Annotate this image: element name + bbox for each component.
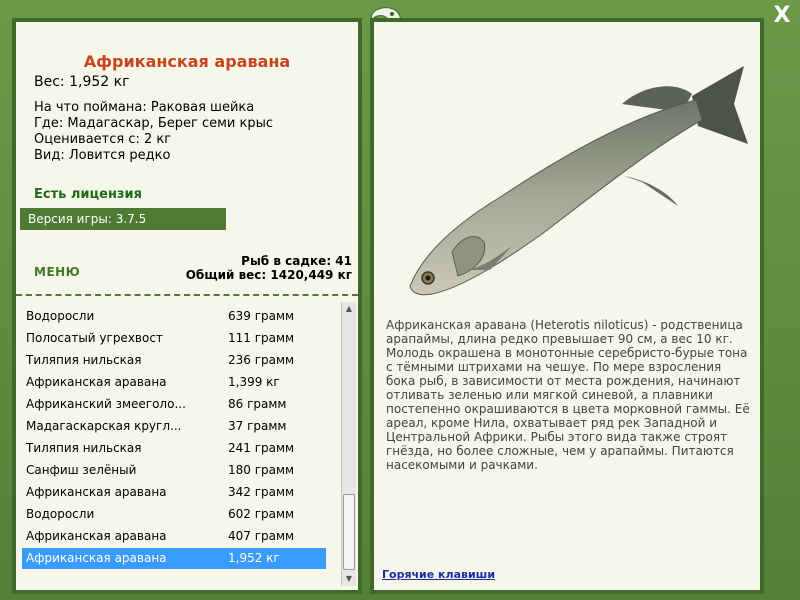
- keepnet-stats: Рыб в садке: 41 Общий вес: 1420,449 кг: [186, 254, 352, 282]
- fish-title: Африканская аравана: [83, 52, 291, 71]
- catch-list-item[interactable]: Африканская аравана 407 грамм: [22, 526, 326, 547]
- catch-item-name: Водоросли: [26, 507, 95, 521]
- catch-item-name: Санфиш зелёный: [26, 463, 137, 477]
- fish-kind: Вид: Ловится редко: [34, 148, 171, 163]
- catch-list-item[interactable]: Африканская аравана 1,952 кг: [22, 548, 326, 569]
- fish-weight: Вес: 1,952 кг: [34, 74, 130, 90]
- catch-list-item[interactable]: Санфиш зелёный 180 грамм: [22, 460, 326, 481]
- catch-item-name: Африканская аравана: [26, 485, 167, 499]
- version-bar: Версия игры: 3.7.5: [20, 208, 226, 230]
- app-window: X Африканская аравана Вес: 1,952 кг На ч…: [0, 0, 800, 600]
- close-button[interactable]: X: [770, 4, 794, 28]
- catch-list-item[interactable]: Мадагаскарская кругл... 37 грамм: [22, 416, 326, 437]
- catch-list-item[interactable]: Африканский змееголо... 86 грамм: [22, 394, 326, 415]
- catch-item-weight: 602 грамм: [228, 507, 295, 521]
- catch-item-name: Полосатый угрехвост: [26, 331, 163, 345]
- fish-info-panel: Африканская аравана Вес: 1,952 кг На что…: [12, 18, 362, 594]
- catch-item-weight: 37 грамм: [228, 419, 287, 433]
- catch-item-name: Тиляпия нильская: [26, 353, 142, 367]
- catch-list-item[interactable]: Африканская аравана 1,399 кг: [22, 372, 326, 393]
- fish-description: Африканская аравана (Heterotis niloticus…: [386, 318, 750, 472]
- catch-item-weight: 241 грамм: [228, 441, 295, 455]
- catch-item-weight: 1,399 кг: [228, 375, 280, 389]
- catch-item-weight: 86 грамм: [228, 397, 287, 411]
- fish-image: [409, 66, 748, 296]
- menu-button[interactable]: МЕНЮ: [34, 265, 80, 279]
- list-scrollbar[interactable]: ▲ ▼: [341, 302, 356, 586]
- fish-valued: Оценивается с: 2 кг: [34, 132, 172, 147]
- catch-item-name: Африканский змееголо...: [26, 397, 186, 411]
- total-weight: Общий вес: 1420,449 кг: [185, 268, 352, 282]
- catch-list-item[interactable]: Водоросли 602 грамм: [22, 504, 326, 525]
- catch-list-item[interactable]: Тиляпия нильская 241 грамм: [22, 438, 326, 459]
- fish-bait: На что поймана: Раковая шейка: [34, 100, 255, 115]
- catch-item-weight: 407 грамм: [228, 529, 295, 543]
- catch-item-weight: 236 грамм: [228, 353, 295, 367]
- dashed-divider: [16, 294, 358, 296]
- catch-item-name: Африканская аравана: [26, 551, 167, 565]
- hotkeys-link[interactable]: Горячие клавиши: [382, 568, 495, 581]
- license-status: Есть лицензия: [34, 187, 142, 202]
- scroll-thumb[interactable]: [343, 494, 355, 570]
- catch-list: Водоросли 639 грамм Полосатый угрехвост 111…: [20, 302, 336, 588]
- catch-list-item[interactable]: Полосатый угрехвост 111 грамм: [22, 328, 326, 349]
- catch-item-weight: 342 грамм: [228, 485, 295, 499]
- catch-list-item[interactable]: Африканская аравана 342 грамм: [22, 482, 326, 503]
- fish-details: На что поймана: Раковая шейка Где: Мадаг…: [34, 100, 273, 164]
- fish-count: Рыб в садке: 41: [241, 254, 352, 268]
- catch-item-weight: 111 грамм: [228, 331, 295, 345]
- catch-list-item[interactable]: Тиляпия нильская 236 грамм: [22, 350, 326, 371]
- fish-place: Где: Мадагаскар, Берег семи крыс: [34, 116, 274, 131]
- catch-item-name: Мадагаскарская кругл...: [26, 419, 182, 433]
- scroll-up-icon[interactable]: ▲: [342, 302, 356, 316]
- catch-item-weight: 1,952 кг: [228, 551, 280, 565]
- catch-item-weight: 639 грамм: [228, 309, 295, 323]
- catch-item-name: Африканская аравана: [26, 529, 167, 543]
- fish-description-panel: Африканская аравана (Heterotis niloticus…: [370, 18, 764, 594]
- catch-item-weight: 180 грамм: [228, 463, 295, 477]
- catch-item-name: Тиляпия нильская: [26, 441, 142, 455]
- catch-item-name: Африканская аравана: [26, 375, 167, 389]
- catch-item-name: Водоросли: [26, 309, 95, 323]
- catch-list-item[interactable]: Водоросли 639 грамм: [22, 306, 326, 327]
- scroll-down-icon[interactable]: ▼: [342, 572, 356, 586]
